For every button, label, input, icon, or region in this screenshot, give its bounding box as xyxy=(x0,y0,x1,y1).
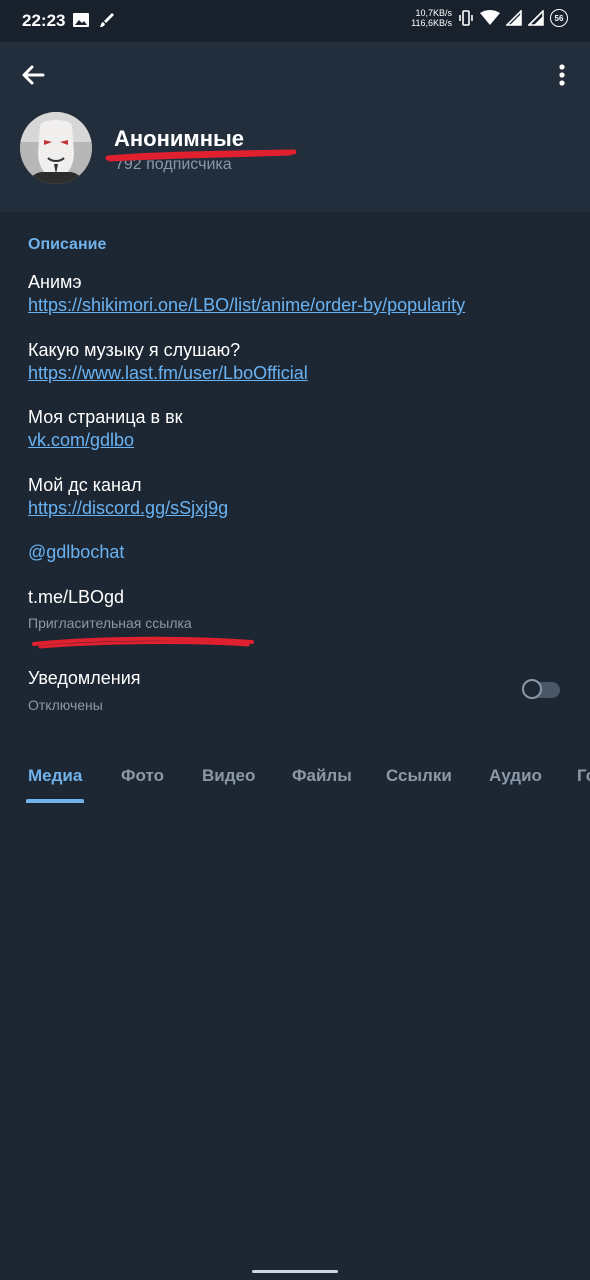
tab-audio[interactable]: Аудио xyxy=(489,766,542,786)
channel-avatar[interactable] xyxy=(20,112,92,184)
tab-video[interactable]: Видео xyxy=(202,766,255,786)
tab-voice[interactable]: Го xyxy=(577,766,590,786)
battery-icon: 56 xyxy=(550,9,568,27)
invite-link[interactable]: t.me/LBOgd xyxy=(28,587,124,608)
description-text: Какую музыку я слушаю? xyxy=(28,340,241,360)
description-text: Мой дс канал xyxy=(28,475,142,495)
wifi-icon xyxy=(480,10,500,25)
back-arrow-icon[interactable] xyxy=(18,60,48,90)
more-menu-icon[interactable] xyxy=(550,60,574,90)
description-text: Анимэ xyxy=(28,272,82,292)
media-tabs: Медиа Фото Видео Файлы Ссылки Аудио Го xyxy=(0,758,590,804)
subscriber-count: 792 подписчика xyxy=(115,156,232,173)
description-link[interactable]: https://discord.gg/sSjxj9g xyxy=(28,498,228,519)
tab-media[interactable]: Медиа xyxy=(28,766,82,786)
description-link[interactable]: vk.com/gdlbo xyxy=(28,430,134,451)
redaction-scribble xyxy=(32,636,254,649)
notifications-status: Отключены xyxy=(28,697,103,713)
channel-header: Анонимные 792 подписчика xyxy=(0,42,590,212)
vibrate-icon xyxy=(459,10,473,26)
description-text: Моя страница в вк xyxy=(28,407,183,427)
tab-files[interactable]: Файлы xyxy=(292,766,352,786)
signal-icon xyxy=(506,10,522,26)
description-link[interactable]: https://www.last.fm/user/LboOfficial xyxy=(28,363,308,384)
description-link[interactable]: https://shikimori.one/LBO/list/anime/ord… xyxy=(28,295,465,316)
home-indicator xyxy=(252,1270,338,1273)
status-time: 22:23 xyxy=(22,11,66,30)
paint-icon xyxy=(100,13,114,27)
channel-title: Анонимные xyxy=(114,126,245,151)
description-title: Описание xyxy=(28,236,107,253)
network-speed: 10,7KB/s 116,6KB/s xyxy=(411,8,452,28)
mask-avatar-icon xyxy=(20,112,92,184)
mention-link[interactable]: @gdlbochat xyxy=(28,542,124,563)
notifications-toggle[interactable] xyxy=(522,679,560,699)
notifications-label: Уведомления xyxy=(28,668,141,688)
active-tab-indicator xyxy=(26,799,84,803)
tab-links[interactable]: Ссылки xyxy=(386,766,452,786)
tab-photo[interactable]: Фото xyxy=(121,766,164,786)
signal-icon xyxy=(528,10,544,26)
invite-link-label: Пригласительная ссылка xyxy=(28,615,192,631)
status-bar: 22:23 10,7KB/s 116,6KB/s 56 xyxy=(0,0,590,42)
gallery-icon xyxy=(73,13,89,27)
toggle-knob xyxy=(522,679,542,699)
